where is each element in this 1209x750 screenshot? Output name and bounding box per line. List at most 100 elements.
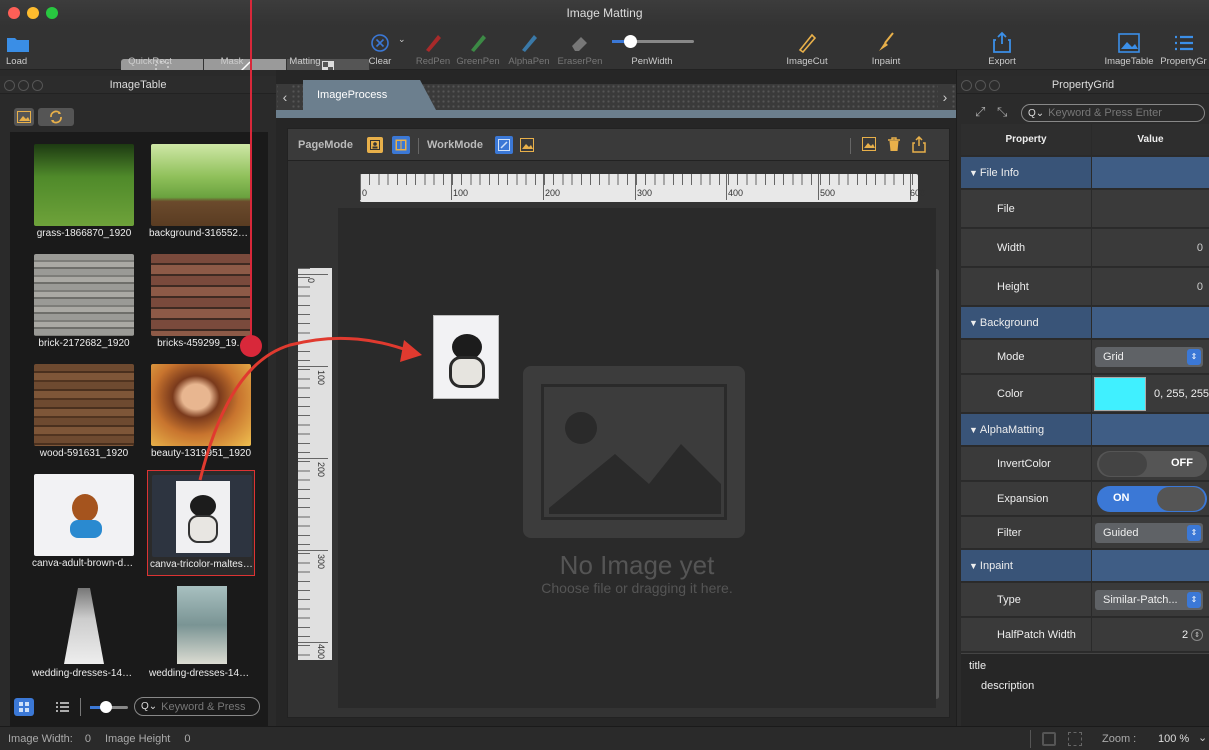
chevron-down-icon[interactable]: ⌄: [398, 34, 406, 45]
ruler-label: 300: [316, 554, 326, 570]
imagetable-toggle-button[interactable]: ImageTable: [1102, 26, 1156, 70]
thumbnail-caption: wedding-dresses-1486...: [149, 668, 255, 679]
category-inpaint[interactable]: ▼ Inpaint: [961, 550, 1209, 582]
thumbnail-caption: wood-591631_1920: [39, 448, 129, 459]
pagemode-double-button[interactable]: [392, 136, 410, 154]
thumbnail-item[interactable]: grass-1866870_1920: [30, 140, 138, 246]
thumbnail-item[interactable]: background-316552_1...: [147, 140, 255, 246]
imagecut-button[interactable]: ImageCut: [784, 26, 830, 70]
property-row-filter[interactable]: Filter Guided ⇕: [961, 517, 1209, 549]
folder-icon: [7, 38, 29, 52]
thumbnail-item[interactable]: beauty-1319951_1920: [147, 360, 255, 466]
refresh-button[interactable]: [38, 108, 74, 126]
property-row-invertcolor[interactable]: InvertColor OFF: [961, 447, 1209, 481]
filter-select[interactable]: Guided ⇕: [1095, 522, 1203, 543]
thumbnail-image: [34, 144, 134, 226]
close-window-button[interactable]: [8, 7, 20, 19]
load-button[interactable]: Load: [6, 26, 36, 70]
penwidth-control[interactable]: PenWidth: [612, 26, 692, 70]
category-background[interactable]: ▼ Background: [961, 307, 1209, 339]
placeholder-image-icon: [523, 366, 745, 538]
thumbnail-item[interactable]: brick-2172682_1920: [30, 250, 138, 356]
thumbnail-image: [34, 584, 134, 666]
property-row-mode[interactable]: Mode Grid ⇕: [961, 340, 1209, 374]
greenpen-button[interactable]: GreenPen: [455, 26, 501, 70]
property-row-halfpatch[interactable]: HalfPatch Width 2 ⇕: [961, 618, 1209, 652]
ruler-label: 600: [910, 188, 926, 198]
minimize-window-button[interactable]: [27, 7, 39, 19]
property-row-type[interactable]: Type Similar-Patch... ⇕: [961, 583, 1209, 617]
tab-imageprocess[interactable]: ImageProcess: [303, 80, 436, 110]
imagetable-header: ImageTable: [0, 76, 276, 94]
app-window: Image Matting Load QuickRect Mask Mattin…: [0, 0, 1209, 750]
disclosure-triangle-icon: ▼: [969, 317, 978, 328]
stepper-icon[interactable]: ⇕: [1191, 628, 1203, 641]
property-row-file[interactable]: File: [961, 190, 1209, 228]
canvas-export-button[interactable]: [912, 135, 926, 156]
propertygrid-toggle-button[interactable]: PropertyGr: [1158, 26, 1209, 70]
inpaint-button[interactable]: Inpaint: [866, 26, 906, 70]
property-row-width[interactable]: Width 0: [961, 229, 1209, 267]
mode-select[interactable]: Grid ⇕: [1095, 346, 1203, 367]
mode-divider: [418, 138, 419, 154]
ruler-label: 400: [316, 644, 326, 660]
thumbnail-item[interactable]: wood-591631_1920: [30, 360, 138, 466]
pagemode-single-button[interactable]: [367, 137, 383, 153]
thumbnail-item-selected[interactable]: canva-tricolor-maltese-p...: [147, 470, 256, 576]
ruler-major-tick: [726, 174, 727, 200]
invertcolor-toggle[interactable]: OFF: [1097, 450, 1207, 477]
search-icon: Q⌄: [141, 701, 158, 712]
type-select[interactable]: Similar-Patch... ⇕: [1095, 589, 1203, 610]
color-swatch[interactable]: [1094, 376, 1146, 411]
workmode-edit-button[interactable]: [495, 136, 513, 154]
thumbnail-image: [151, 584, 251, 666]
thumbnail-item[interactable]: wedding-dresses-1486...: [30, 580, 138, 686]
thumbnail-item[interactable]: canva-adult-brown-dac...: [30, 470, 138, 576]
category-alphamatting[interactable]: ▼ AlphaMatting: [961, 414, 1209, 446]
zoom-value[interactable]: 100 %: [1158, 733, 1189, 745]
category-fileinfo[interactable]: ▼ File Info: [961, 157, 1209, 189]
panel-window-controls[interactable]: [961, 80, 1000, 91]
tab-scroll-left-chevron-icon[interactable]: ‹: [278, 84, 292, 110]
expand-all-icon[interactable]: ⤢: [975, 104, 985, 120]
property-search-input[interactable]: Q⌄ Keyword & Press Enter: [1021, 104, 1205, 122]
thumbnail-item[interactable]: bricks-459299_19...: [147, 250, 255, 356]
clear-button[interactable]: Clear: [358, 26, 402, 70]
fit-window-icon[interactable]: [1042, 732, 1056, 746]
thumbnail-image: [34, 474, 134, 556]
property-row-expansion[interactable]: Expansion ON: [961, 482, 1209, 516]
eraserpen-button[interactable]: EraserPen: [556, 26, 604, 70]
thumbnail-size-slider-knob[interactable]: [100, 701, 112, 713]
imagetable-search-input[interactable]: Q⌄ Keyword & Press: [134, 697, 260, 716]
thumbnail-image: [151, 364, 251, 446]
mask-label-cell: Mask: [220, 56, 244, 67]
delete-button[interactable]: [887, 137, 901, 155]
thumbnail-caption: bricks-459299_19...: [157, 338, 245, 349]
export-button[interactable]: Export: [984, 26, 1020, 70]
property-row-color[interactable]: Color 0, 255, 255: [961, 375, 1209, 413]
add-image-button[interactable]: [14, 108, 34, 126]
thumbnail-caption: grass-1866870_1920: [36, 228, 132, 239]
grid-view-button[interactable]: [14, 698, 34, 716]
tab-scroll-right-chevron-icon[interactable]: ›: [938, 84, 952, 110]
panel-window-controls[interactable]: [4, 80, 43, 91]
property-row-height[interactable]: Height 0: [961, 268, 1209, 306]
title-bar: Image Matting: [0, 0, 1209, 26]
workmode-view-button[interactable]: [519, 137, 535, 153]
ruler-label: 100: [316, 370, 326, 386]
image-drop-zone[interactable]: No Image yet Choose file or dragging it …: [338, 208, 936, 708]
zoom-chevron-down-icon[interactable]: ⌄: [1198, 731, 1207, 744]
collapse-all-icon[interactable]: ⤡: [997, 104, 1007, 120]
ruler-label: 100: [453, 188, 469, 198]
penwidth-slider-knob[interactable]: [624, 35, 637, 48]
canvas-image-button[interactable]: [862, 137, 876, 154]
redpen-button[interactable]: RedPen: [414, 26, 452, 70]
expansion-toggle[interactable]: ON: [1097, 485, 1207, 512]
thumbnail-item[interactable]: wedding-dresses-1486...: [147, 580, 255, 686]
zoom-window-button[interactable]: [46, 7, 58, 19]
thumbnail-grid[interactable]: grass-1866870_1920 background-316552_1..…: [10, 132, 268, 750]
list-view-button[interactable]: [52, 698, 72, 716]
actual-size-icon[interactable]: [1068, 732, 1082, 746]
thumbnail-image: [34, 364, 134, 446]
alphapen-button[interactable]: AlphaPen: [506, 26, 552, 70]
